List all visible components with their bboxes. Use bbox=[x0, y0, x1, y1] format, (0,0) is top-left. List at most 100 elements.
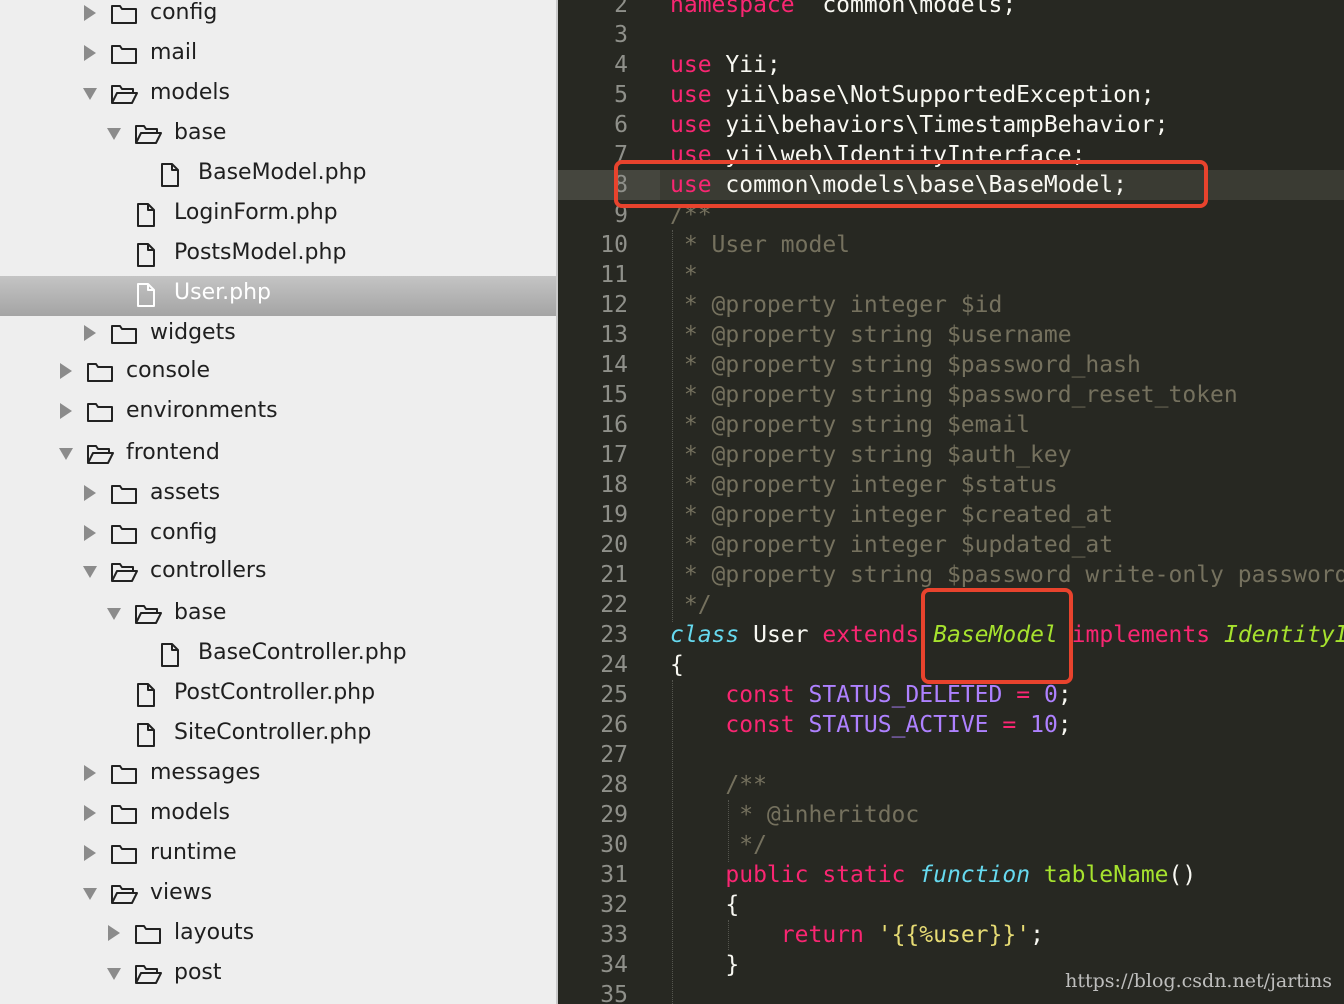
code-line[interactable]: * @property string $password_reset_token bbox=[670, 380, 1238, 410]
tree-file[interactable]: PostController.php bbox=[0, 676, 556, 716]
tree-item-label: console bbox=[126, 358, 211, 383]
code-line[interactable]: * bbox=[670, 260, 698, 290]
code-line[interactable]: */ bbox=[670, 590, 712, 620]
code-line[interactable]: const STATUS_ACTIVE = 10; bbox=[670, 710, 1071, 740]
disclosure-collapsed-icon[interactable] bbox=[58, 402, 74, 420]
disclosure-expanded-icon[interactable] bbox=[82, 562, 98, 580]
line-number: 31 bbox=[600, 862, 628, 888]
tree-file[interactable]: BaseModel.php bbox=[0, 156, 556, 196]
tree-item-label: widgets bbox=[150, 320, 236, 345]
folder-icon bbox=[111, 485, 137, 504]
tree-file[interactable]: SiteController.php bbox=[0, 716, 556, 756]
code-editor[interactable]: 2 3 4 5 6 7 8 9 10 11 12 13 14 15 16 17 18 19 20 21 22 23 24 25… bbox=[558, 0, 1344, 1004]
disclosure-collapsed-icon[interactable] bbox=[82, 764, 98, 782]
tree-folder[interactable]: config bbox=[0, 516, 556, 556]
line-number: 10 bbox=[600, 232, 628, 258]
tree-folder[interactable]: base bbox=[0, 596, 556, 636]
tree-folder[interactable]: runtime bbox=[0, 836, 556, 876]
file-icon bbox=[137, 683, 155, 707]
code-line[interactable]: * @property integer $updated_at bbox=[670, 530, 1113, 560]
code-line[interactable]: * @property string $password write-only … bbox=[670, 560, 1344, 590]
code-line[interactable]: * @inheritdoc bbox=[670, 800, 919, 830]
disclosure-collapsed-icon[interactable] bbox=[106, 924, 122, 942]
code-line[interactable]: namespace common\models; bbox=[670, 0, 1016, 20]
tree-file[interactable]: PostsModel.php bbox=[0, 236, 556, 276]
tree-file[interactable]: BaseController.php bbox=[0, 636, 556, 676]
tree-item-label: BaseController.php bbox=[198, 640, 407, 665]
line-number: 35 bbox=[600, 982, 628, 1004]
code-line[interactable]: * @property string $email bbox=[670, 410, 1030, 440]
line-number: 16 bbox=[600, 412, 628, 438]
annotation-box-use-basemodel bbox=[614, 160, 1208, 208]
disclosure-collapsed-icon[interactable] bbox=[82, 324, 98, 342]
tree-folder[interactable]: post bbox=[0, 956, 556, 996]
tree-folder[interactable]: assets bbox=[0, 476, 556, 516]
tree-folder[interactable]: environments bbox=[0, 394, 556, 434]
code-line[interactable]: use Yii; bbox=[670, 50, 781, 80]
code-line[interactable]: public static function tableName() bbox=[670, 860, 1196, 890]
code-line[interactable]: const STATUS_DELETED = 0; bbox=[670, 680, 1071, 710]
code-line[interactable]: { bbox=[670, 890, 739, 920]
disclosure-expanded-icon[interactable] bbox=[82, 84, 98, 102]
tree-item-label: environments bbox=[126, 398, 278, 423]
disclosure-collapsed-icon[interactable] bbox=[82, 4, 98, 22]
line-number: 22 bbox=[600, 592, 628, 618]
folder-icon bbox=[135, 925, 161, 944]
code-line[interactable]: * @property string $username bbox=[670, 320, 1072, 350]
code-line[interactable]: * @property integer $status bbox=[670, 470, 1058, 500]
code-line[interactable]: * User model bbox=[670, 230, 850, 260]
line-number: 6 bbox=[614, 112, 628, 138]
tree-folder[interactable]: config bbox=[0, 0, 556, 36]
tree-folder[interactable]: messages bbox=[0, 756, 556, 796]
tree-folder[interactable]: frontend bbox=[0, 436, 556, 476]
folder-icon bbox=[111, 5, 137, 24]
code-line[interactable]: */ bbox=[670, 830, 767, 860]
code-line[interactable]: * @property integer $created_at bbox=[670, 500, 1113, 530]
code-line[interactable]: * @property integer $id bbox=[670, 290, 1003, 320]
line-number: 12 bbox=[600, 292, 628, 318]
tree-folder[interactable]: base bbox=[0, 116, 556, 156]
disclosure-expanded-icon[interactable] bbox=[106, 604, 122, 622]
line-number: 15 bbox=[600, 382, 628, 408]
code-line[interactable]: return '{{%user}}'; bbox=[670, 920, 1044, 950]
code-line[interactable]: * @property string $auth_key bbox=[670, 440, 1072, 470]
tree-folder[interactable]: models bbox=[0, 796, 556, 836]
line-number: 34 bbox=[600, 952, 628, 978]
tree-file[interactable]: LoginForm.php bbox=[0, 196, 556, 236]
disclosure-collapsed-icon[interactable] bbox=[82, 804, 98, 822]
tree-item-label: models bbox=[150, 80, 230, 105]
tree-item-label: base bbox=[174, 600, 227, 625]
disclosure-expanded-icon[interactable] bbox=[106, 124, 122, 142]
code-line[interactable]: { bbox=[670, 650, 684, 680]
disclosure-collapsed-icon[interactable] bbox=[58, 362, 74, 380]
tree-item-label: PostsModel.php bbox=[174, 240, 347, 265]
disclosure-collapsed-icon[interactable] bbox=[82, 844, 98, 862]
disclosure-collapsed-icon[interactable] bbox=[82, 524, 98, 542]
file-icon bbox=[137, 203, 155, 227]
disclosure-expanded-icon[interactable] bbox=[82, 884, 98, 902]
code-line[interactable]: } bbox=[670, 950, 739, 980]
tree-file[interactable]: User.php bbox=[0, 276, 556, 316]
code-line[interactable]: use yii\behaviors\TimestampBehavior; bbox=[670, 110, 1169, 140]
disclosure-collapsed-icon[interactable] bbox=[82, 484, 98, 502]
disclosure-expanded-icon[interactable] bbox=[58, 444, 74, 462]
disclosure-collapsed-icon[interactable] bbox=[82, 44, 98, 62]
code-line[interactable]: use yii\base\NotSupportedException; bbox=[670, 80, 1155, 110]
line-number: 4 bbox=[614, 52, 628, 78]
disclosure-expanded-icon[interactable] bbox=[106, 964, 122, 982]
tree-folder[interactable]: mail bbox=[0, 36, 556, 76]
line-number: 5 bbox=[614, 82, 628, 108]
line-number: 23 bbox=[600, 622, 628, 648]
line-number: 14 bbox=[600, 352, 628, 378]
tree-folder[interactable]: controllers bbox=[0, 554, 556, 594]
tree-folder[interactable]: console bbox=[0, 354, 556, 394]
folder-icon bbox=[111, 765, 137, 784]
code-line[interactable]: /** bbox=[670, 770, 767, 800]
tree-folder[interactable]: models bbox=[0, 76, 556, 116]
code-line[interactable]: * @property string $password_hash bbox=[670, 350, 1141, 380]
tree-folder[interactable]: widgets bbox=[0, 316, 556, 356]
tree-folder[interactable]: layouts bbox=[0, 916, 556, 956]
line-number: 3 bbox=[614, 22, 628, 48]
tree-folder[interactable]: views bbox=[0, 876, 556, 916]
folder-icon bbox=[111, 805, 137, 824]
